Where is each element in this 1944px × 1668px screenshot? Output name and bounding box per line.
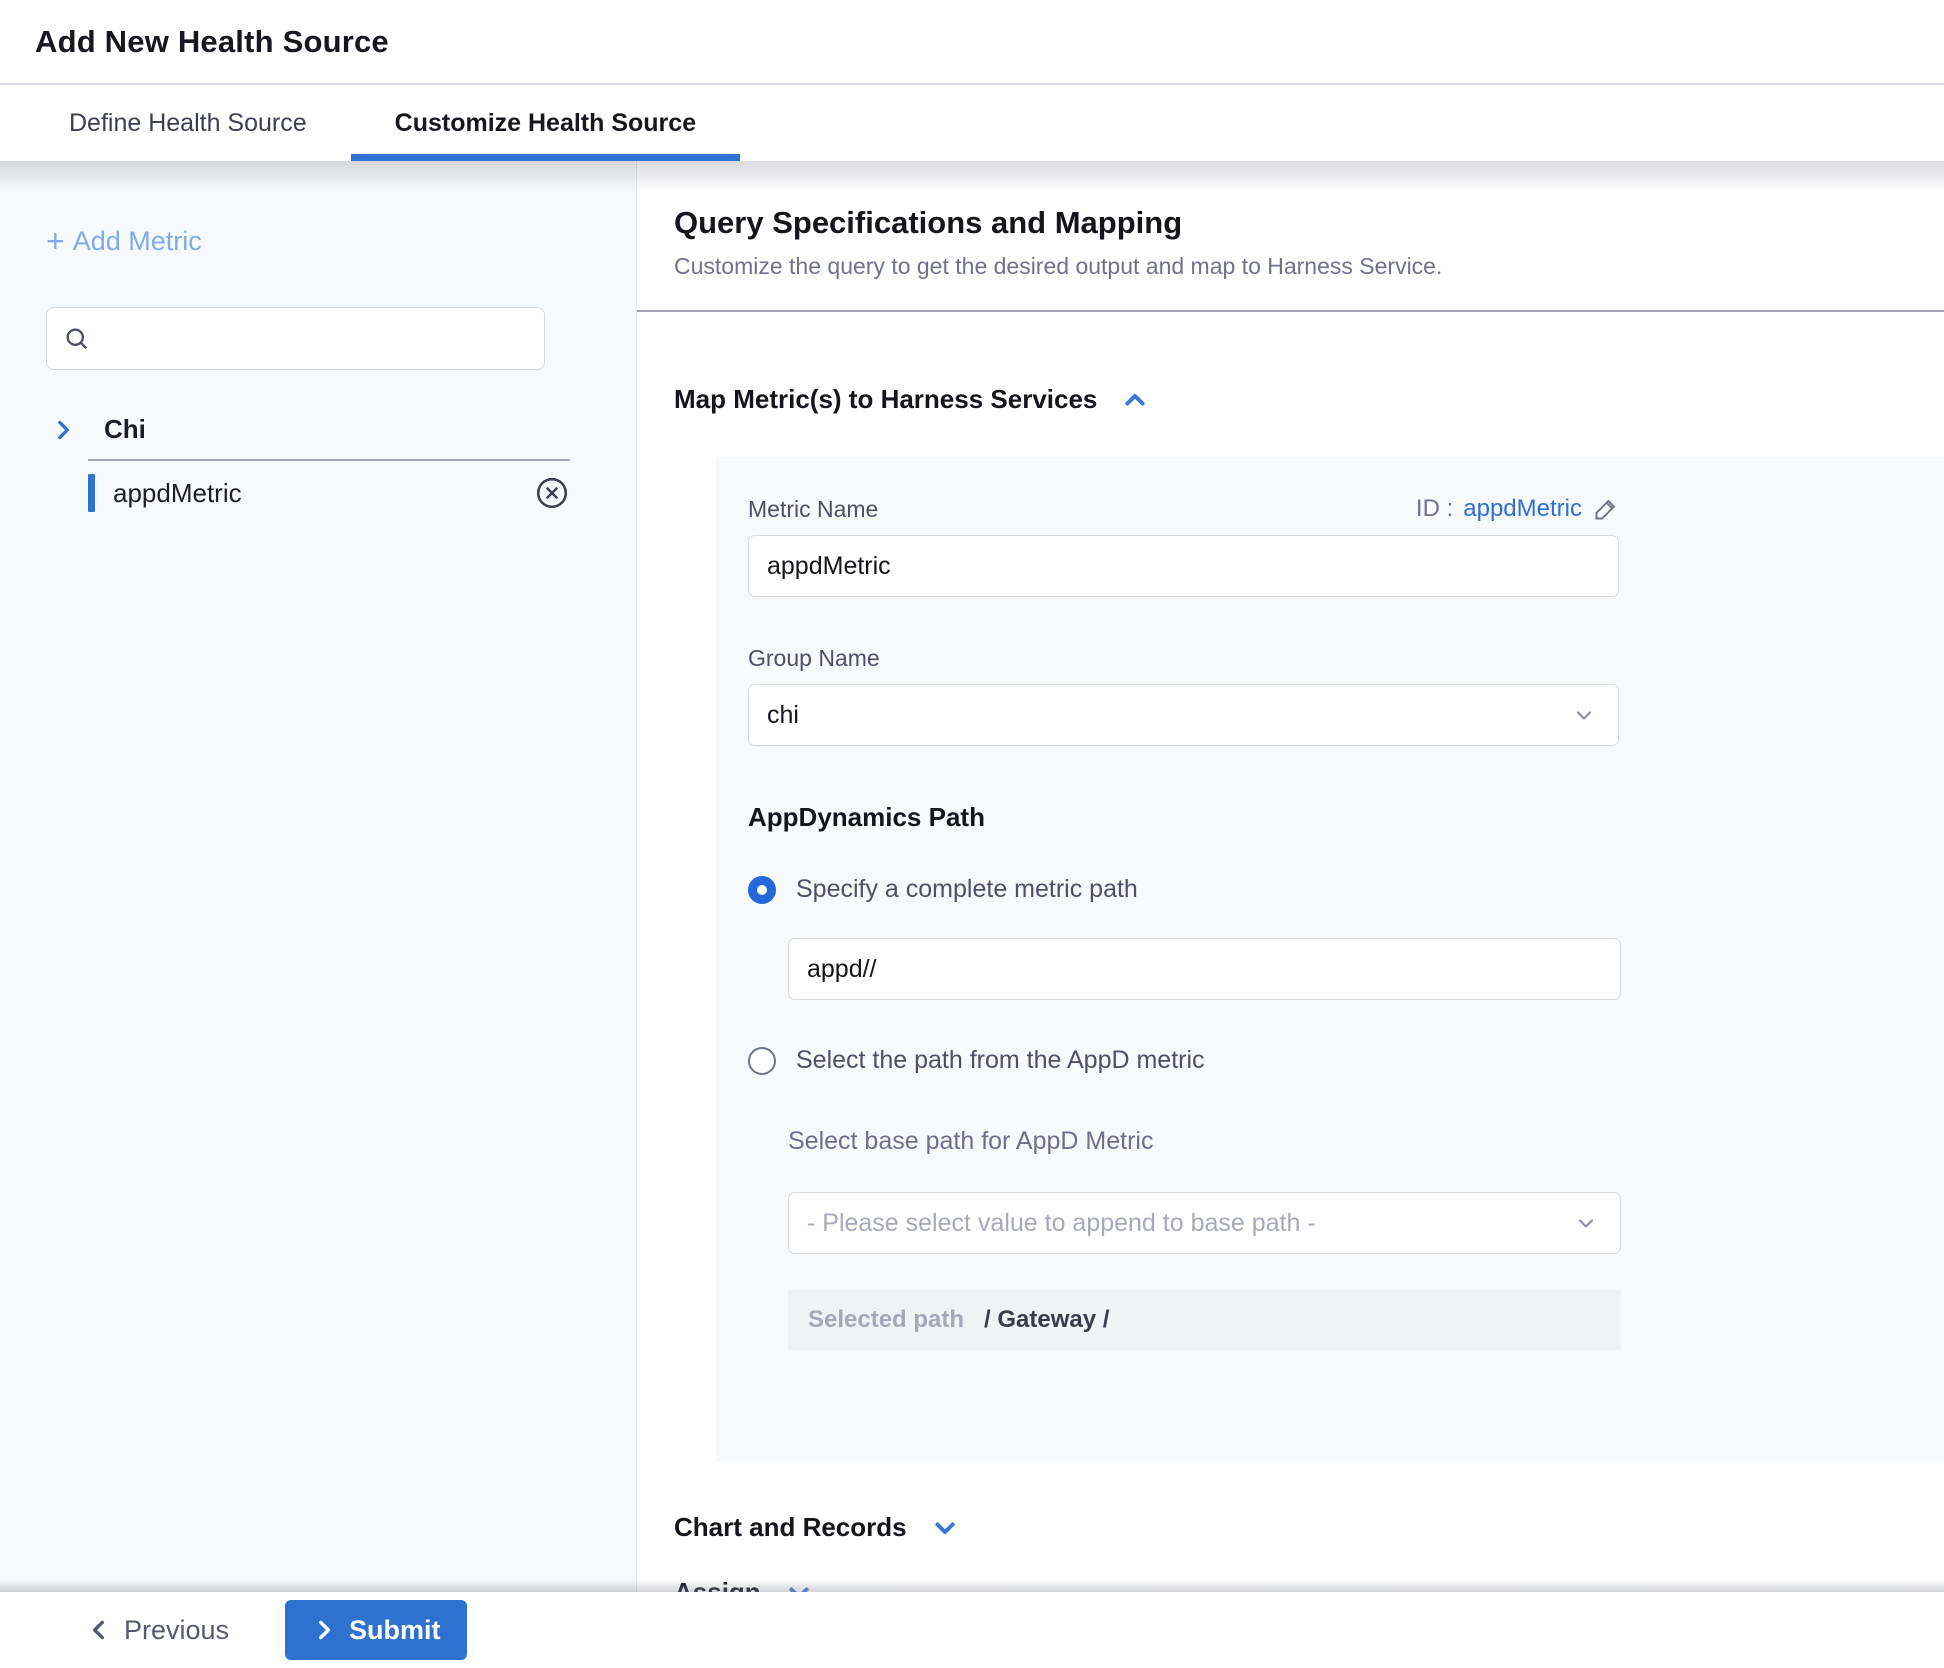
- chevron-left-icon: [86, 1617, 112, 1643]
- selected-path-value: / Gateway /: [984, 1306, 1109, 1334]
- base-path-placeholder: - Please select value to append to base …: [807, 1209, 1316, 1238]
- map-metrics-form: Metric Name ID : appdMetric Group Nam: [716, 457, 1944, 1462]
- submit-label: Submit: [349, 1615, 441, 1646]
- add-metric-label: Add Metric: [73, 226, 202, 257]
- section-subtitle: Customize the query to get the desired o…: [674, 253, 1944, 280]
- add-metric-button[interactable]: + Add Metric: [46, 225, 202, 257]
- id-value-link: appdMetric: [1463, 495, 1582, 523]
- base-path-select[interactable]: - Please select value to append to base …: [788, 1192, 1621, 1254]
- radio-selected-icon: [748, 876, 776, 904]
- add-health-source-dialog: Add New Health Source Define Health Sour…: [0, 0, 1944, 1668]
- radio-complete-metric-path[interactable]: Specify a complete metric path: [748, 875, 1944, 904]
- radio-select-path-from-appd[interactable]: Select the path from the AppD metric: [748, 1046, 1944, 1075]
- group-label: Chi: [104, 414, 146, 445]
- assign-title: Assign: [674, 1577, 761, 1592]
- edit-id-button[interactable]: [1592, 496, 1619, 523]
- chevron-right-icon: [50, 417, 76, 443]
- metric-path-input[interactable]: [788, 938, 1621, 1000]
- chevron-up-icon: [1121, 386, 1149, 414]
- group-name-label: Group Name: [748, 645, 1944, 672]
- chevron-down-icon: [1574, 1211, 1598, 1235]
- map-metrics-section-title: Map Metric(s) to Harness Services: [674, 384, 1097, 415]
- tab-define-health-source[interactable]: Define Health Source: [25, 85, 351, 161]
- metric-label: appdMetric: [113, 478, 242, 509]
- group-name-value: chi: [767, 701, 799, 730]
- radio-select-path-label: Select the path from the AppD metric: [796, 1046, 1205, 1075]
- section-main-title: Query Specifications and Mapping: [674, 205, 1944, 241]
- tab-customize-health-source[interactable]: Customize Health Source: [351, 85, 740, 161]
- page-title: Add New Health Source: [35, 24, 389, 60]
- appdynamics-path-heading: AppDynamics Path: [748, 802, 1944, 833]
- assign-section-header[interactable]: Assign: [674, 1577, 1944, 1592]
- radio-complete-path-label: Specify a complete metric path: [796, 875, 1138, 904]
- chart-and-records-section-header[interactable]: Chart and Records: [674, 1512, 1944, 1543]
- search-icon: [63, 325, 91, 353]
- tab-bar: Define Health Source Customize Health So…: [0, 85, 1944, 161]
- metric-name-input[interactable]: [748, 535, 1619, 597]
- selected-indicator-bar: [88, 474, 95, 512]
- chevron-down-icon: [1572, 703, 1596, 727]
- divider: [637, 310, 1944, 312]
- delete-metric-button[interactable]: [534, 475, 570, 511]
- chevron-right-icon: [311, 1617, 337, 1643]
- previous-button[interactable]: Previous: [86, 1615, 229, 1646]
- sidebar-metric-appdmetric[interactable]: appdMetric: [88, 461, 570, 525]
- metric-name-row: Metric Name ID : appdMetric: [748, 495, 1619, 523]
- radio-unselected-icon: [748, 1047, 776, 1075]
- plus-icon: +: [46, 225, 65, 257]
- metric-search-input[interactable]: [103, 308, 544, 369]
- base-path-label: Select base path for AppD Metric: [788, 1127, 1944, 1156]
- query-specifications-panel: Query Specifications and Mapping Customi…: [637, 161, 1944, 1592]
- map-metrics-section-header[interactable]: Map Metric(s) to Harness Services: [674, 384, 1944, 415]
- sidebar-group-chi[interactable]: Chi: [0, 414, 636, 445]
- metrics-sidebar: + Add Metric Chi: [0, 161, 637, 1592]
- chevron-down-icon: [931, 1514, 959, 1542]
- selected-path-display: Selected path / Gateway /: [788, 1290, 1621, 1350]
- previous-label: Previous: [124, 1615, 229, 1646]
- submit-button[interactable]: Submit: [285, 1600, 467, 1660]
- metric-search-box: [46, 307, 545, 370]
- selected-path-label: Selected path: [808, 1306, 964, 1334]
- id-prefix-label: ID :: [1416, 495, 1453, 523]
- dialog-body: + Add Metric Chi: [0, 161, 1944, 1592]
- metric-name-label: Metric Name: [748, 496, 878, 523]
- group-name-select[interactable]: chi: [748, 684, 1619, 746]
- metric-id-group: ID : appdMetric: [1416, 495, 1619, 523]
- circle-x-icon: [534, 475, 570, 511]
- chart-and-records-title: Chart and Records: [674, 1512, 907, 1543]
- dialog-header: Add New Health Source: [0, 0, 1944, 85]
- chevron-down-icon: [785, 1579, 813, 1593]
- dialog-footer: Previous Submit: [0, 1592, 1944, 1668]
- pencil-icon: [1592, 496, 1619, 523]
